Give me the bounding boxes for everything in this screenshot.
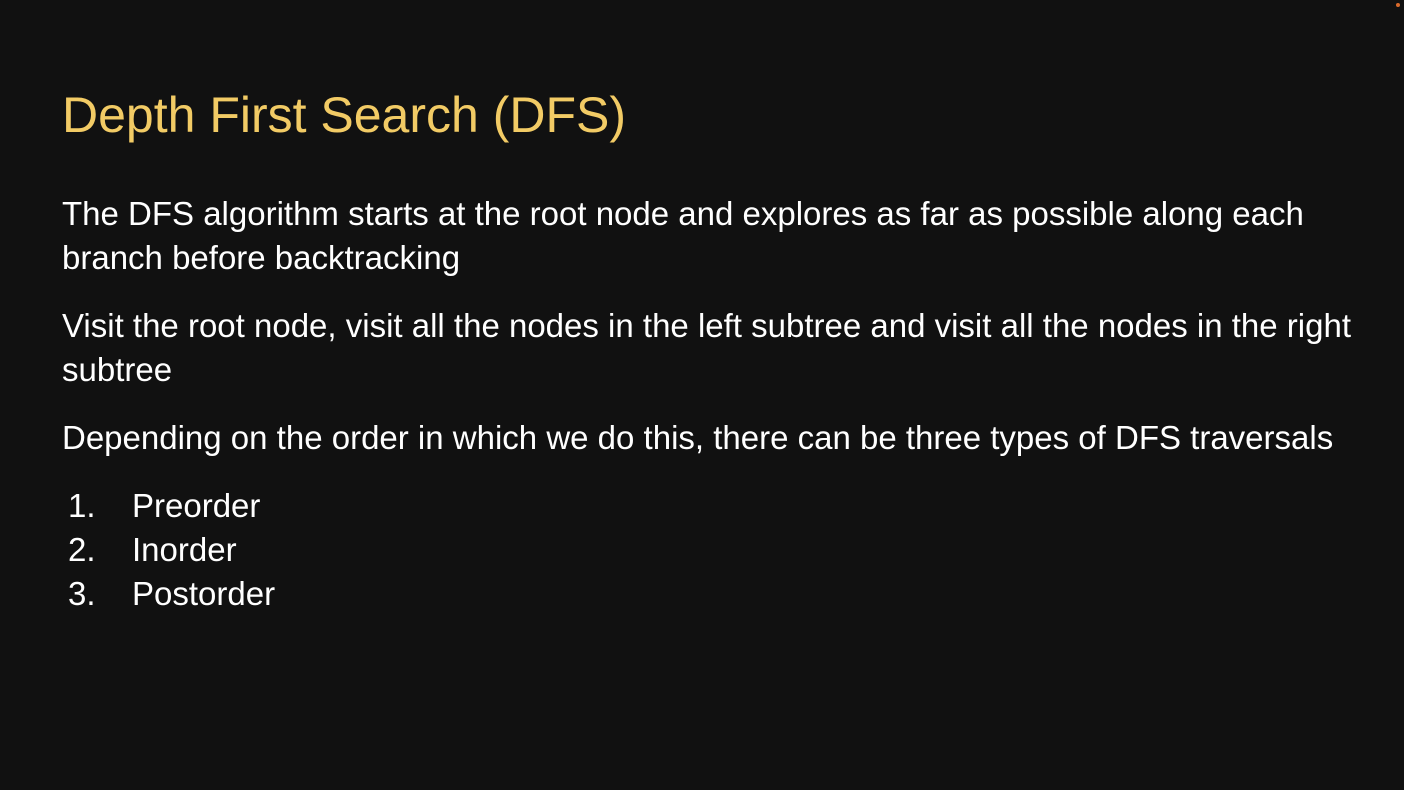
paragraph-traversal-types: Depending on the order in which we do th… xyxy=(62,419,1334,456)
traversal-list: 1. Preorder 2. Inorder 3. Postorder xyxy=(62,484,1352,616)
slide-title: Depth First Search (DFS) xyxy=(62,87,627,143)
status-indicator-dot xyxy=(1396,3,1400,7)
list-item-label: Postorder xyxy=(132,575,276,612)
slide-body: The DFS algorithm starts at the root nod… xyxy=(62,192,1352,616)
paragraph-visit-order: Visit the root node, visit all the nodes… xyxy=(62,307,1351,388)
list-item-number: 1. xyxy=(68,487,96,524)
list-item: 1. Preorder xyxy=(62,484,1352,528)
list-item: 2. Inorder xyxy=(62,528,1352,572)
list-item-number: 2. xyxy=(68,531,96,568)
list-item-number: 3. xyxy=(68,575,96,612)
list-item: 3. Postorder xyxy=(62,572,1352,616)
list-item-label: Preorder xyxy=(132,487,261,524)
paragraph-dfs-definition: The DFS algorithm starts at the root nod… xyxy=(62,195,1304,276)
list-item-label: Inorder xyxy=(132,531,237,568)
slide: Depth First Search (DFS) The DFS algorit… xyxy=(0,0,1404,790)
